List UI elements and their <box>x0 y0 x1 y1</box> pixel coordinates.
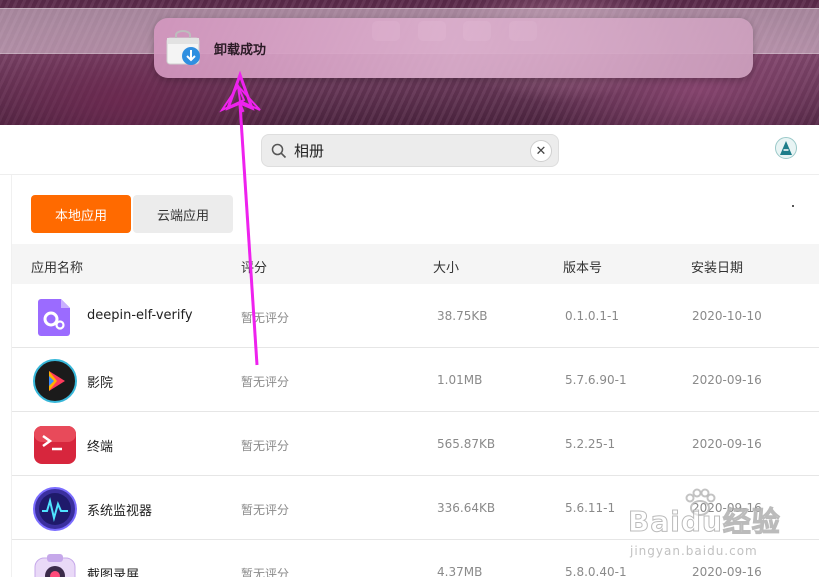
app-size: 1.01MB <box>437 373 483 387</box>
app-version: 5.2.25-1 <box>565 437 616 451</box>
app-version: 5.8.0.40-1 <box>565 565 627 577</box>
app-name: 终端 <box>87 440 114 455</box>
app-version: 0.1.0.1-1 <box>565 309 619 323</box>
search-box[interactable]: ✕ <box>261 134 559 167</box>
app-size: 565.87KB <box>437 437 496 451</box>
app-rating: 暂无评分 <box>241 439 290 453</box>
app-rating: 暂无评分 <box>241 311 290 325</box>
baidu-watermark: Baidu经验 jingyan.baidu.com <box>620 488 810 568</box>
app-rating: 暂无评分 <box>241 503 290 517</box>
search-input[interactable] <box>294 135 524 166</box>
app-size: 336.64KB <box>437 501 496 515</box>
watermark-main: Baidu经验 <box>628 505 781 539</box>
app-header: ✕ <box>0 125 819 175</box>
app-size: 38.75KB <box>437 309 488 323</box>
system-monitor-icon <box>33 487 77 531</box>
screenshot-icon <box>34 554 76 577</box>
clear-search-button[interactable]: ✕ <box>530 140 552 162</box>
search-icon <box>271 143 287 159</box>
app-rating: 暂无评分 <box>241 567 290 577</box>
header-version: 版本号 <box>563 261 603 276</box>
tab-local-apps[interactable]: 本地应用 <box>31 195 131 233</box>
app-name: 截图录屏 <box>87 568 140 577</box>
app-name: deepin-elf-verify <box>87 308 193 323</box>
stray-dot <box>792 205 794 207</box>
app-name: 影院 <box>87 376 114 391</box>
watermark-sub: jingyan.baidu.com <box>630 544 758 558</box>
app-rating: 暂无评分 <box>241 375 290 389</box>
app-version: 5.6.11-1 <box>565 501 616 515</box>
movie-player-icon <box>33 359 77 403</box>
tab-cloud-apps[interactable]: 云端应用 <box>133 195 233 233</box>
notification-popup[interactable]: 卸载成功 <box>154 18 753 78</box>
header-size: 大小 <box>433 261 460 276</box>
app-size: 4.37MB <box>437 565 483 577</box>
table-row[interactable]: 影院 暂无评分 1.01MB 5.7.6.90-1 2020-09-16 <box>12 348 819 412</box>
close-icon: ✕ <box>535 143 547 159</box>
header-rating: 评分 <box>241 261 268 276</box>
app-name: 系统监视器 <box>87 504 153 519</box>
terminal-icon <box>34 426 76 464</box>
app-install-date: 2020-09-16 <box>692 437 762 451</box>
app-install-date: 2020-10-10 <box>692 309 762 323</box>
app-version: 5.7.6.90-1 <box>565 373 627 387</box>
gear-settings-icon <box>38 299 70 336</box>
user-avatar-icon[interactable] <box>775 137 797 159</box>
table-header: 应用名称 评分 大小 版本号 安装日期 <box>12 244 819 284</box>
app-install-date: 2020-09-16 <box>692 373 762 387</box>
store-download-icon <box>166 30 200 65</box>
header-name: 应用名称 <box>31 261 84 276</box>
header-date: 安装日期 <box>691 261 744 276</box>
table-row[interactable]: 终端 暂无评分 565.87KB 5.2.25-1 2020-09-16 <box>12 412 819 476</box>
notification-text: 卸载成功 <box>214 43 267 58</box>
table-row[interactable]: deepin-elf-verify 暂无评分 38.75KB 0.1.0.1-1… <box>12 284 819 348</box>
